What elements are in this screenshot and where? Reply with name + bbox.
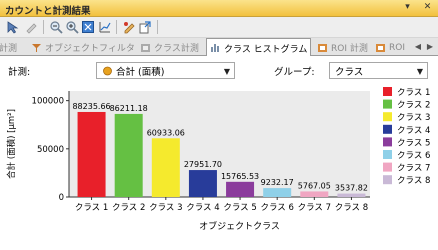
bar-value-label: 15765.53 [221,172,259,181]
tab-label: ROI 計測 [331,44,368,54]
legend-label: クラス 6 [397,151,430,161]
filter-icon [32,43,41,52]
tab-class-measure[interactable]: クラス計測 [137,39,202,56]
cursor-tool-icon[interactable] [4,19,20,35]
zoom-out-icon[interactable] [48,19,64,35]
bar [263,188,292,197]
legend-label: クラス 1 [397,88,430,98]
tab-scroll-right-icon[interactable]: ▶ [425,42,435,52]
roi-measure-icon [318,43,327,52]
tab-class-histogram[interactable]: クラス ヒストグラム [206,38,312,57]
zoom-in-icon[interactable] [64,19,80,35]
bar [151,138,180,197]
close-icon[interactable]: ✕ [422,2,433,13]
bar-value-label: 3537.82 [335,184,368,193]
toolbar [0,17,438,38]
x-tick-label: クラス 4 [186,203,219,213]
bar-value-label: 88235.66 [72,102,110,111]
sum-icon [103,66,112,75]
x-tick-label: クラス 1 [75,203,108,213]
chevron-down-icon: ▼ [416,67,423,76]
x-tick-label: クラス 8 [335,203,368,213]
tab-label: ROI [389,42,405,53]
bar-value-label: 5767.05 [298,181,331,190]
group-select-value: クラス [335,66,364,78]
legend-label: クラス 5 [397,138,430,148]
chart-canvas: 0 50000 100000 合計 (面積) [µm²] 88235.66 クラス 1 86… [6,87,430,232]
y-tick-label: 100000 [32,97,64,107]
tab-label: クラス計測 [154,44,199,54]
tab-bar: 計測 オブジェクトフィルタ クラス計測 クラス ヒストグラム ROI 計測 RO… [0,38,438,57]
fit-view-icon[interactable] [80,19,96,35]
measure-label: 計測: [8,67,31,78]
group-select[interactable]: クラス ▼ [329,62,428,79]
x-tick-label: クラス 5 [223,203,256,213]
bar [337,193,366,197]
roi-icon [376,43,385,52]
legend-swatch [383,150,392,159]
x-tick-label: クラス 2 [112,203,145,213]
bar [114,113,143,197]
window-title: カウントと計測結果 [5,6,91,17]
bar [300,191,329,197]
chart-view-icon[interactable] [97,19,113,35]
y-axis-title: 合計 (面積) [µm²] [6,109,17,179]
class-measure-icon [141,43,150,52]
legend-label: クラス 7 [397,164,430,174]
chevron-down-icon: ▼ [223,67,230,76]
edit-icon[interactable] [121,19,137,35]
x-tick-label: クラス 7 [298,203,331,213]
bar-value-label: 27951.70 [184,160,222,169]
dropdown-icon[interactable]: ▾ [402,2,413,13]
legend-swatch [383,162,392,172]
legend-swatch [383,87,392,96]
measure-select-value: 合計 (面積) [116,66,165,78]
legend-swatch [383,175,392,185]
tab-measure[interactable]: 計測 [0,39,20,56]
tab-label: オブジェクトフィルタ [45,44,135,54]
bar-value-label: 86211.18 [110,104,148,113]
legend-label: クラス 4 [397,126,430,136]
tab-label: クラス ヒストグラム [224,44,308,55]
title-bar: カウントと計測結果 ▾ ✕ [0,0,438,17]
tab-scroll-left-icon[interactable]: ◀ [413,42,423,52]
legend-label: クラス 2 [397,101,430,111]
x-tick-label: クラス 6 [260,203,293,213]
export-icon[interactable] [137,19,153,35]
bar [226,181,255,197]
measure-select[interactable]: 合計 (面積) ▼ [96,62,235,79]
bar [77,111,106,197]
pen-tool-icon[interactable] [23,19,39,35]
y-tick-label: 50000 [37,145,64,155]
bar-value-label: 60933.06 [147,128,185,137]
legend-label: クラス 3 [397,113,430,123]
histogram-panel: 計測: 合計 (面積) ▼ グループ: クラス ▼ 0 50000 100000 合計… [0,56,438,250]
tab-label: 計測 [0,44,18,54]
y-tick-label: 0 [59,193,64,203]
tab-roi[interactable]: ROI [372,39,408,56]
tab-object-filter[interactable]: オブジェクトフィルタ [28,39,138,56]
legend-swatch [383,137,392,147]
legend-swatch [383,99,392,109]
legend-swatch [383,112,392,122]
histogram-chart: 0 50000 100000 合計 (面積) [µm²] 88235.66 クラス 1 86… [0,83,438,250]
bar [188,170,217,197]
histogram-icon [211,44,219,52]
legend-label: クラス 8 [397,176,430,186]
bar-value-label: 9232.17 [261,178,294,187]
x-tick-label: クラス 3 [149,203,182,213]
group-label: グループ: [274,67,315,78]
x-axis-title: オブジェクトクラス [199,220,280,232]
tab-roi-measure[interactable]: ROI 計測 [314,39,371,56]
legend-swatch [383,124,392,134]
